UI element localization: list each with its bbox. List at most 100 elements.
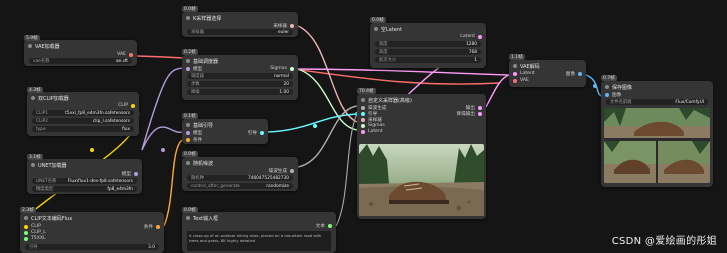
denoise-widget[interactable]: 降噪 1.00	[187, 89, 293, 95]
input-socket-sampler[interactable]	[361, 117, 365, 122]
input-socket-conditioning[interactable]	[186, 137, 190, 142]
clip1-widget[interactable]: CLIP1 t5xxl_fp8_e4m3fn.safetensors	[32, 110, 134, 116]
sampler-name-widget[interactable]: 采样器 euler	[187, 29, 293, 35]
node-dual-clip-loader[interactable]: 双CLIP加载器 CLIP CLIP1 t5xxl_fp8_e4m3fn.saf…	[27, 92, 139, 136]
output-socket-output[interactable]	[478, 105, 482, 110]
widget-value: 1	[474, 57, 477, 63]
node-ksampler-select[interactable]: K采样器选择 采样器 采样器 euler	[182, 12, 298, 37]
wire-cond	[163, 139, 183, 227]
clip-type-widget[interactable]: type flux	[32, 126, 134, 132]
steps-widget[interactable]: 步数 20	[187, 81, 293, 87]
output-image-grid[interactable]	[604, 108, 710, 183]
node-basic-guider[interactable]: 基础引导 模型 引导 条件	[182, 119, 268, 144]
widget-label: 降噪	[191, 90, 200, 95]
output-socket-vae[interactable]	[129, 52, 133, 57]
input-socket-clip-l[interactable]	[24, 230, 28, 235]
widget-label: UNET名称	[36, 179, 57, 184]
node-clip-text-encode-flux[interactable]: CLIP文本编码Flux CLIP 条件 CLIP_L T5XXL 引导 3.0	[20, 212, 164, 253]
scheduler-widget[interactable]: 调度器 normal	[187, 73, 293, 79]
output-socket-guider[interactable]	[260, 130, 264, 135]
input-socket-vae[interactable]	[513, 78, 517, 83]
collapse-dot-icon[interactable]	[31, 163, 35, 167]
output-socket-conditioning[interactable]	[156, 224, 160, 229]
weight-dtype-widget[interactable]: 精度类型 fp8_e4m3fn	[32, 186, 137, 192]
node-graph-canvas[interactable]: VAE加载器 VAE vae名称 ae.sft 5.9帧 双CLIP加载器 CL…	[0, 0, 727, 253]
output-label: CLIP	[118, 103, 128, 108]
input-socket-latent[interactable]	[513, 71, 517, 76]
node-vae-decode[interactable]: VAE解码 Latent 图像 VAE	[509, 60, 586, 87]
wire-latent-decoded	[485, 74, 510, 108]
node-sampler-custom-advanced[interactable]: 自定义采样器(高级) 噪波生成 输出 引导 降噪输出 采样器 Sigmas La…	[357, 94, 486, 219]
control-after-generate-widget[interactable]: control_after_generate randomize	[187, 183, 293, 189]
guidance-widget[interactable]: 引导 3.0	[25, 244, 159, 250]
collapse-dot-icon[interactable]	[513, 64, 517, 68]
filename-prefix-widget[interactable]: 文件名前缀 Flux/ComfyUI	[606, 99, 708, 105]
node-unet-loader[interactable]: UNET加载器 模型 UNET名称 Flux\flux1-dev-fp8.saf…	[27, 159, 142, 194]
vae-name-widget[interactable]: vae名称 ae.sft	[29, 58, 132, 64]
output-socket-sampler[interactable]	[290, 23, 294, 28]
noise-seed-widget[interactable]: 随机种 746047525482730	[187, 175, 293, 181]
output-label: 模型	[121, 171, 131, 177]
collapse-dot-icon[interactable]	[605, 85, 609, 89]
collapse-dot-icon[interactable]	[374, 27, 378, 31]
widget-label: 调度器	[191, 74, 204, 79]
height-widget[interactable]: 高度 768	[375, 49, 481, 55]
node-id-badge: 0.0帧	[182, 6, 198, 12]
node-basic-scheduler[interactable]: 基础调度器 模型 Sigmas 调度器 normal 步数 20 降噪 1.00	[182, 55, 298, 100]
collapse-dot-icon[interactable]	[24, 216, 28, 220]
node-save-image[interactable]: 保存图像 图像 文件名前缀 Flux/ComfyUI	[601, 81, 713, 187]
node-header-dual-clip: 4.3帧	[27, 85, 43, 95]
widget-value: fp8_e4m3fn	[107, 186, 133, 192]
node-vae-loader[interactable]: VAE加载器 VAE vae名称 ae.sft	[24, 40, 137, 66]
collapse-dot-icon[interactable]	[28, 44, 32, 48]
node-header-text: 0.0帧	[182, 205, 198, 215]
output-socket-string[interactable]	[328, 223, 332, 228]
input-socket-model[interactable]	[186, 66, 190, 71]
wire-model-sched	[141, 67, 183, 151]
output-socket-clip[interactable]	[131, 103, 135, 108]
input-socket-guider[interactable]	[361, 111, 365, 116]
collapse-dot-icon[interactable]	[186, 59, 190, 63]
output-socket-model[interactable]	[134, 171, 138, 176]
input-socket-latent[interactable]	[361, 129, 365, 134]
input-label: 模型	[193, 66, 203, 72]
input-socket-noise[interactable]	[361, 105, 365, 110]
shoe-photo-illustration	[359, 144, 484, 216]
output-label: VAE	[117, 52, 126, 57]
wire-text	[335, 113, 358, 227]
node-id-badge: 0.1帧	[182, 113, 198, 119]
input-socket-model[interactable]	[186, 130, 190, 135]
node-id-badge: 70.4帧	[357, 88, 376, 94]
output-socket-image[interactable]	[578, 71, 582, 76]
input-socket-sigmas[interactable]	[361, 123, 365, 128]
thumbnail-grid	[604, 108, 710, 183]
node-title: Text输入框	[193, 215, 219, 222]
output-socket-denoised[interactable]	[478, 111, 482, 116]
input-socket-clip[interactable]	[24, 224, 28, 229]
prompt-textarea[interactable]: A close-up of an outdoor hiking shoe, pl…	[187, 231, 331, 251]
collapse-dot-icon[interactable]	[361, 98, 365, 102]
output-socket-noise[interactable]	[290, 168, 294, 173]
output-socket-sigmas[interactable]	[290, 66, 294, 71]
collapse-dot-icon[interactable]	[31, 96, 35, 100]
batch-size-widget[interactable]: 批次大小 1	[375, 57, 481, 63]
collapse-dot-icon[interactable]	[186, 216, 190, 220]
collapse-dot-icon[interactable]	[186, 123, 190, 127]
collapse-dot-icon[interactable]	[186, 16, 190, 20]
node-empty-latent[interactable]: 空Latent Latent 宽度 1280 高度 768 批次大小 1	[370, 23, 486, 68]
node-title: VAE解码	[520, 63, 540, 70]
input-socket-image[interactable]	[605, 92, 609, 97]
width-widget[interactable]: 宽度 1280	[375, 41, 481, 47]
watermark-text: CSDN @爱绘画的彤姐	[611, 236, 717, 247]
node-title: 双CLIP加载器	[38, 95, 69, 102]
collapse-dot-icon[interactable]	[186, 161, 190, 165]
node-header-basic-guider: 0.1帧	[182, 111, 198, 121]
widget-value: 1.00	[279, 89, 289, 95]
clip2-widget[interactable]: CLIP2 clip_l.safetensors	[32, 118, 134, 124]
preview-image-shoe	[359, 144, 484, 216]
input-socket-t5xxl[interactable]	[24, 236, 28, 241]
output-socket-latent[interactable]	[478, 34, 482, 39]
unet-name-widget[interactable]: UNET名称 Flux\flux1-dev-fp8.safetensors	[32, 178, 137, 184]
node-text-input[interactable]: Text输入框 文本 A close-up of an outdoor hiki…	[182, 212, 336, 253]
node-random-noise[interactable]: 随机噪波 噪波生成 随机种 746047525482730 control_af…	[182, 157, 298, 191]
